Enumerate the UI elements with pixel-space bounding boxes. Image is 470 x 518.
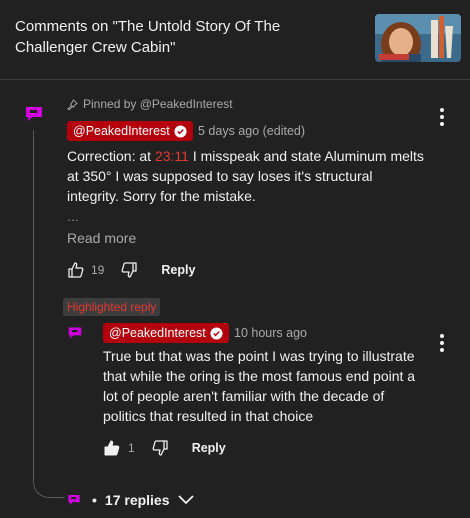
comments-header: Comments on "The Untold Story Of The Cha… [0,0,470,80]
commenter-avatar[interactable] [20,100,48,128]
more-options-icon[interactable] [432,106,452,130]
dislike-icon[interactable] [120,261,138,279]
reply-button[interactable]: Reply [161,263,195,277]
author-name: @PeakedInterest [73,124,170,138]
read-more-link[interactable]: Read more [67,230,136,246]
reply-verified-icon [210,326,223,340]
comment-actions: 19 Reply [67,261,195,279]
reply-more-options-icon[interactable] [432,332,452,356]
video-thumbnail[interactable] [375,14,461,62]
replies-count: 17 replies [104,492,170,508]
like-icon[interactable] [67,261,85,279]
reply-actions: 1 Reply [103,439,226,457]
comment-text: Correction: at 23:11 I misspeak and stat… [67,146,427,206]
like-count: 19 [91,263,105,277]
reply-text: True but that was the point I was trying… [103,348,416,424]
reply-author-name: @PeakedInterest [109,326,206,340]
pinned-indicator: Pinned by @PeakedInterest [67,97,233,111]
reply-dislike-icon[interactable] [151,439,169,457]
reply-avatar[interactable] [64,322,86,344]
view-replies-toggle[interactable]: • 17 replies [64,490,194,510]
reply-author-badge[interactable]: @PeakedInterest [103,323,229,343]
pinned-label: Pinned by @PeakedInterest [83,97,233,111]
reply-reply-button[interactable]: Reply [192,441,226,455]
comment-meta: 5 days ago (edited) [198,124,306,138]
comments-title: Comments on "The Untold Story Of The Cha… [15,18,281,56]
replies-avatar [64,490,84,510]
reply-meta: 10 hours ago [234,326,307,340]
replies-bullet: • [92,492,97,508]
comment-text-start: Correction: at [67,148,155,164]
author-badge[interactable]: @PeakedInterest [67,121,193,141]
chevron-down-icon [177,495,194,505]
reply-like-icon[interactable] [103,439,121,457]
pin-icon [67,98,78,110]
highlighted-reply-badge: Highlighted reply [63,298,161,316]
verified-icon [174,124,187,138]
comment-ellipsis: … [67,210,79,224]
timestamp-link[interactable]: 23:11 [155,148,189,164]
reply-like-count: 1 [128,441,135,455]
